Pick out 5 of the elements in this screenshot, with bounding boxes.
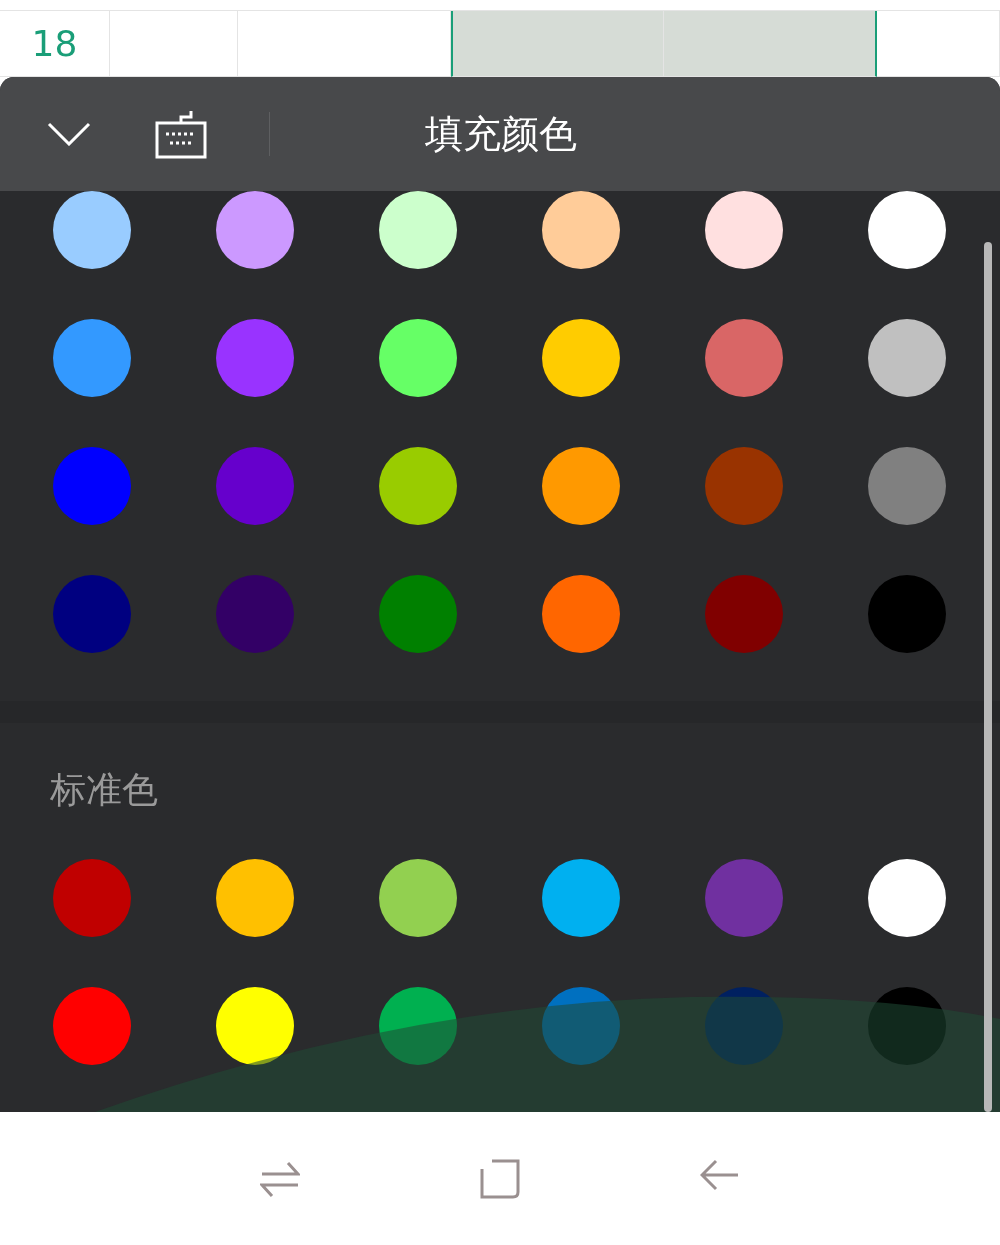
collapse-chevron-icon[interactable] [47, 122, 91, 146]
keyboard-icon[interactable] [155, 109, 207, 159]
sheet-cell[interactable] [664, 11, 877, 77]
section-label: 标准色 [50, 768, 159, 812]
panel-title: 填充颜色 [425, 110, 577, 158]
